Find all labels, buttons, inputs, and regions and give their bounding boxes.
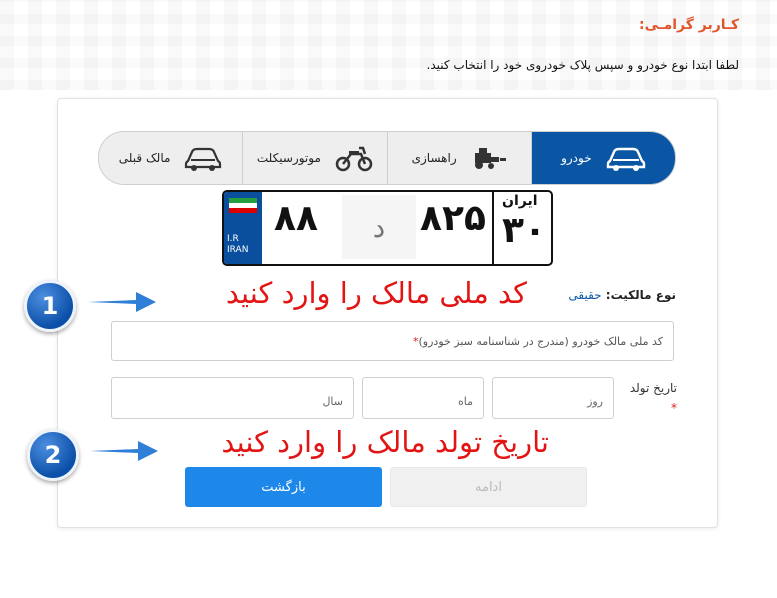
plate-country-strip: I.R IRAN: [224, 192, 262, 264]
instruction-text: لطفا ابتدا نوع خودرو و سپس پلاک خودروی خ…: [426, 58, 739, 72]
plate-region-code[interactable]: ۳۰: [502, 210, 546, 251]
plate-divider: [492, 192, 494, 264]
tab-roadwork[interactable]: راهسازی: [386, 132, 531, 184]
plate-country-text: I.R IRAN: [227, 234, 249, 255]
step-1-badge: 1: [24, 280, 76, 332]
tab-motorcycle[interactable]: موتورسیکلت: [242, 132, 386, 184]
header-background-pattern: [0, 0, 777, 90]
tab-motorcycle-label: موتورسیکلت: [256, 151, 321, 165]
back-button[interactable]: بازگشت: [185, 467, 382, 507]
license-plate[interactable]: I.R IRAN ۸۸ د ۸۲۵ ایران ۳۰: [222, 190, 553, 266]
ownership-type-value[interactable]: حقیقی: [568, 288, 601, 302]
birth-month-input[interactable]: ماه: [362, 377, 484, 419]
birth-date-label: تاریخ تولد: [629, 381, 677, 395]
national-code-input[interactable]: کد ملی مالک خودرو (مندرج در شناسنامه سبز…: [111, 321, 674, 361]
national-code-placeholder: کد ملی مالک خودرو (مندرج در شناسنامه سبز…: [418, 334, 664, 348]
car-icon: [606, 144, 646, 172]
tab-previous-owner[interactable]: مالک قبلی: [99, 132, 242, 184]
plate-three-digits[interactable]: ۸۲۵: [420, 198, 486, 239]
ownership-type: نوع مالکیت: حقیقی: [568, 288, 676, 302]
motorcycle-icon: [335, 144, 373, 172]
ownership-type-label: نوع مالکیت:: [605, 288, 676, 302]
tractor-icon: [471, 145, 507, 171]
car-outline-icon: [184, 144, 222, 172]
birth-day-placeholder: روز: [587, 395, 603, 408]
required-mark: *: [413, 334, 419, 348]
step-2-badge: 2: [27, 429, 79, 481]
birth-date-required-mark: *: [671, 401, 677, 415]
continue-button[interactable]: ادامه: [390, 467, 587, 507]
tab-car-label: خودرو: [561, 151, 592, 165]
step-1-arrow-icon: [88, 292, 156, 312]
step-2-arrow-icon: [90, 441, 158, 461]
plate-region-label: ایران: [502, 193, 538, 209]
birth-year-input[interactable]: سال: [111, 377, 354, 419]
step-1-annotation: کد ملی مالک را وارد کنید: [225, 276, 527, 310]
vehicle-type-tabs: خودرو راهسازی موتورسیکلت مالک قبلی: [98, 131, 676, 185]
birth-day-input[interactable]: روز: [492, 377, 614, 419]
plate-letter[interactable]: د: [342, 195, 416, 259]
birth-month-placeholder: ماه: [457, 395, 473, 408]
greeting-title: کـاربر گرامـی:: [639, 17, 739, 33]
tab-car[interactable]: خودرو: [530, 132, 675, 184]
plate-two-digits[interactable]: ۸۸: [274, 198, 318, 239]
tab-previous-owner-label: مالک قبلی: [118, 151, 171, 165]
iran-flag-icon: [229, 198, 257, 213]
birth-year-placeholder: سال: [322, 395, 343, 408]
tab-roadwork-label: راهسازی: [411, 151, 457, 165]
step-2-annotation: تاریخ تولد مالک را وارد کنید: [221, 425, 549, 459]
